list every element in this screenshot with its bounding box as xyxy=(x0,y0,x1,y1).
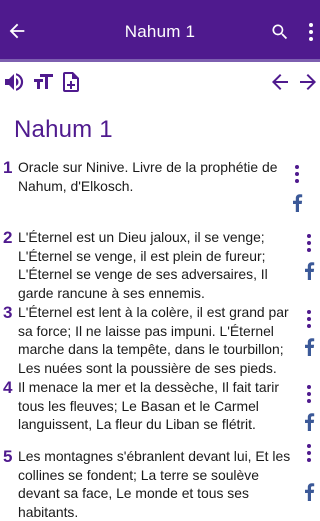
verse-text: L'Éternel est lent à la colère, il est g… xyxy=(18,304,289,376)
facebook-share-icon[interactable] xyxy=(303,338,315,356)
search-icon[interactable] xyxy=(270,22,290,42)
speaker-icon[interactable] xyxy=(2,70,26,94)
verse-text: Il menace la mer et la dessèche, Il fait… xyxy=(18,379,279,432)
reader-toolbar xyxy=(0,66,320,96)
verse-number: 1 xyxy=(3,158,13,177)
facebook-share-icon[interactable] xyxy=(291,194,303,212)
verse-number: 3 xyxy=(3,303,13,322)
facebook-share-icon[interactable] xyxy=(303,483,315,501)
verse-menu-icon[interactable] xyxy=(293,164,301,184)
verse-number: 5 xyxy=(3,447,13,466)
arrow-right-icon[interactable] xyxy=(296,70,320,94)
verse-menu-icon[interactable] xyxy=(305,309,313,329)
facebook-share-icon[interactable] xyxy=(303,413,315,431)
verse-menu-icon[interactable] xyxy=(305,233,313,253)
facebook-share-icon[interactable] xyxy=(303,262,315,280)
verse-text: Oracle sur Ninive. Livre de la prophétie… xyxy=(18,159,278,194)
chapter-title: Nahum 1 xyxy=(14,116,113,143)
text-size-icon[interactable] xyxy=(31,70,55,94)
verse-menu-icon[interactable] xyxy=(305,384,313,404)
arrow-left-icon[interactable] xyxy=(268,70,292,94)
verse-text: Les montagnes s'ébranlent devant lui, Et… xyxy=(18,448,291,520)
add-note-icon[interactable] xyxy=(59,70,83,94)
verse-number: 4 xyxy=(3,378,13,397)
verse-text: L'Éternel est un Dieu jaloux, il se veng… xyxy=(18,229,268,301)
verse-number: 2 xyxy=(3,228,13,247)
verse-menu-icon[interactable] xyxy=(305,443,313,463)
app-bar: Nahum 1 xyxy=(0,0,320,62)
overflow-menu-icon[interactable] xyxy=(306,22,316,42)
